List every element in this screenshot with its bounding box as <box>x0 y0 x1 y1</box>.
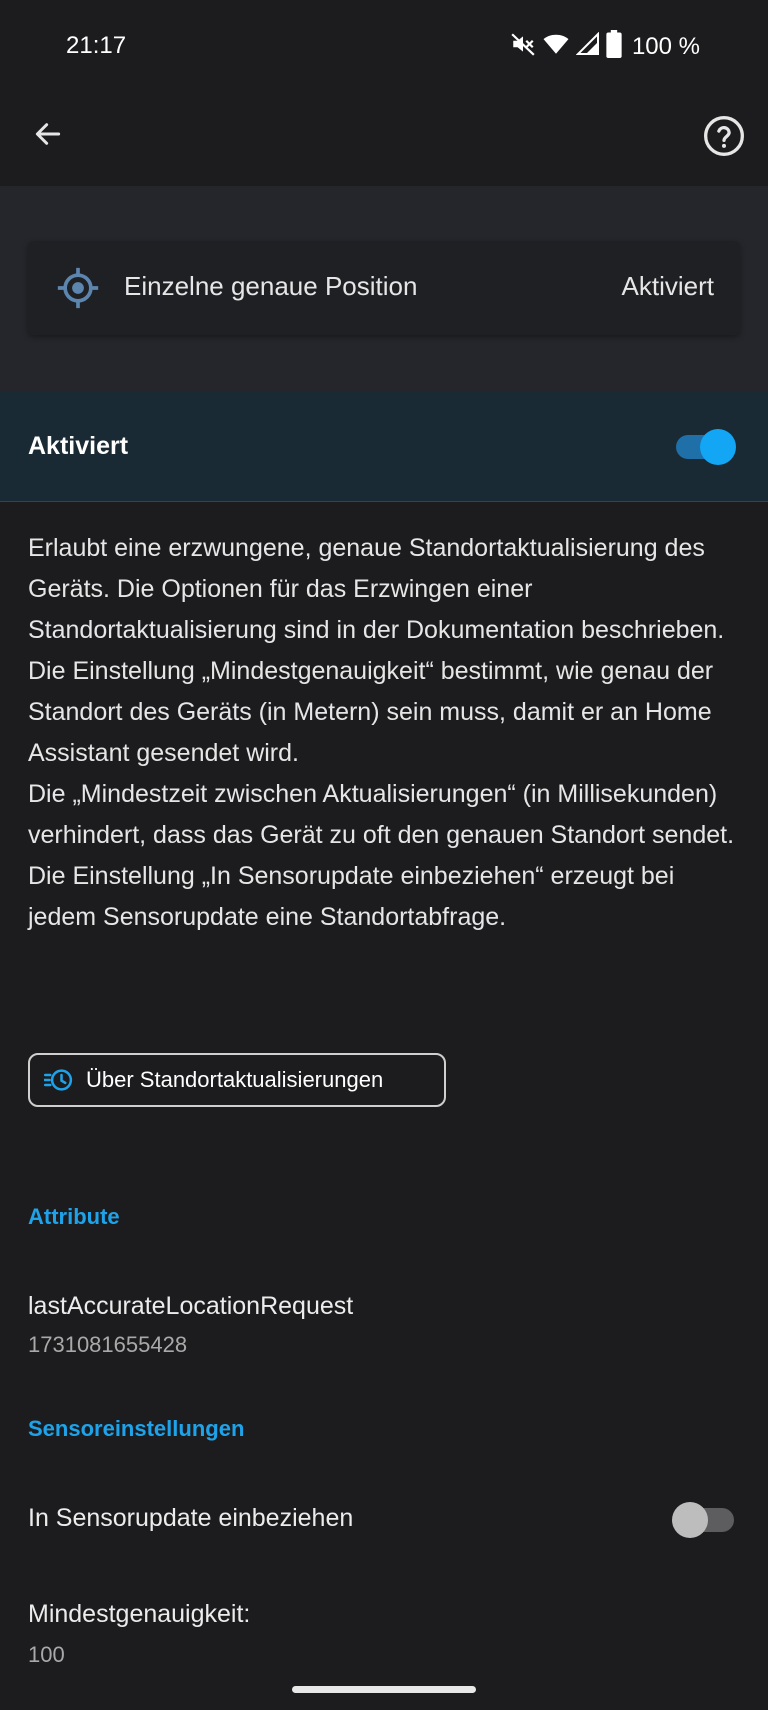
help-button[interactable] <box>700 112 748 160</box>
gesture-nav-handle[interactable] <box>292 1686 476 1693</box>
sensor-state: Aktiviert <box>621 271 714 301</box>
sensor-description: Erlaubt eine erzwungene, genaue Standort… <box>28 528 744 938</box>
enable-sensor-row[interactable]: Aktiviert <box>0 392 768 502</box>
status-time: 21:17 <box>66 32 127 59</box>
switch-knob <box>672 1502 708 1538</box>
settings-section-title: Sensoreinstellungen <box>28 1416 245 1441</box>
location-updates-doc-button[interactable]: Über Standortaktualisierungen <box>28 1053 446 1107</box>
sensor-detail-screen: 21:17 100 % Einzelne genaue Position Akt… <box>0 0 768 1710</box>
enable-sensor-switch[interactable] <box>676 429 736 465</box>
description-paragraph: Erlaubt eine erzwungene, genaue Standort… <box>28 534 725 644</box>
description-paragraph: Die Einstellung „In Sensorupdate einbezi… <box>28 862 675 931</box>
include-in-update-switch[interactable] <box>672 1502 734 1538</box>
enable-label: Aktiviert <box>28 432 129 460</box>
sensor-header: Einzelne genaue Position Aktiviert <box>0 186 768 392</box>
crosshairs-gps-icon <box>57 267 99 309</box>
switch-knob <box>700 429 736 465</box>
arrow-left-icon <box>35 123 61 145</box>
clock-fast-icon <box>44 1069 73 1091</box>
battery-icon <box>606 30 622 63</box>
sensor-name: Einzelne genaue Position <box>124 271 418 301</box>
attributes-section-title: Attribute <box>28 1204 120 1229</box>
attribute-value: 1731081655428 <box>28 1332 188 1357</box>
min-accuracy-label: Mindestgenauigkeit: <box>28 1600 251 1628</box>
battery-percentage: 100 % <box>631 32 700 60</box>
app-bar <box>0 92 768 184</box>
min-accuracy-value: 100 <box>28 1642 65 1667</box>
mute-icon <box>510 31 536 62</box>
status-icons: 100 % <box>510 30 700 63</box>
attribute-name: lastAccurateLocationRequest <box>28 1292 354 1320</box>
include-in-update-label: In Sensorupdate einbeziehen <box>28 1504 354 1532</box>
wifi-icon <box>542 31 570 62</box>
description-paragraph: Die Einstellung „Mindestgenauigkeit“ bes… <box>28 657 714 767</box>
signal-icon <box>575 31 600 61</box>
back-button[interactable] <box>26 112 70 156</box>
help-circle-icon <box>704 116 744 156</box>
description-paragraph: Die „Mindestzeit zwischen Aktualisierung… <box>28 780 735 849</box>
sensor-card: Einzelne genaue Position Aktiviert <box>28 241 740 335</box>
status-bar: 21:17 100 % <box>0 0 768 92</box>
doc-button-label: Über Standortaktualisierungen <box>86 1067 384 1092</box>
